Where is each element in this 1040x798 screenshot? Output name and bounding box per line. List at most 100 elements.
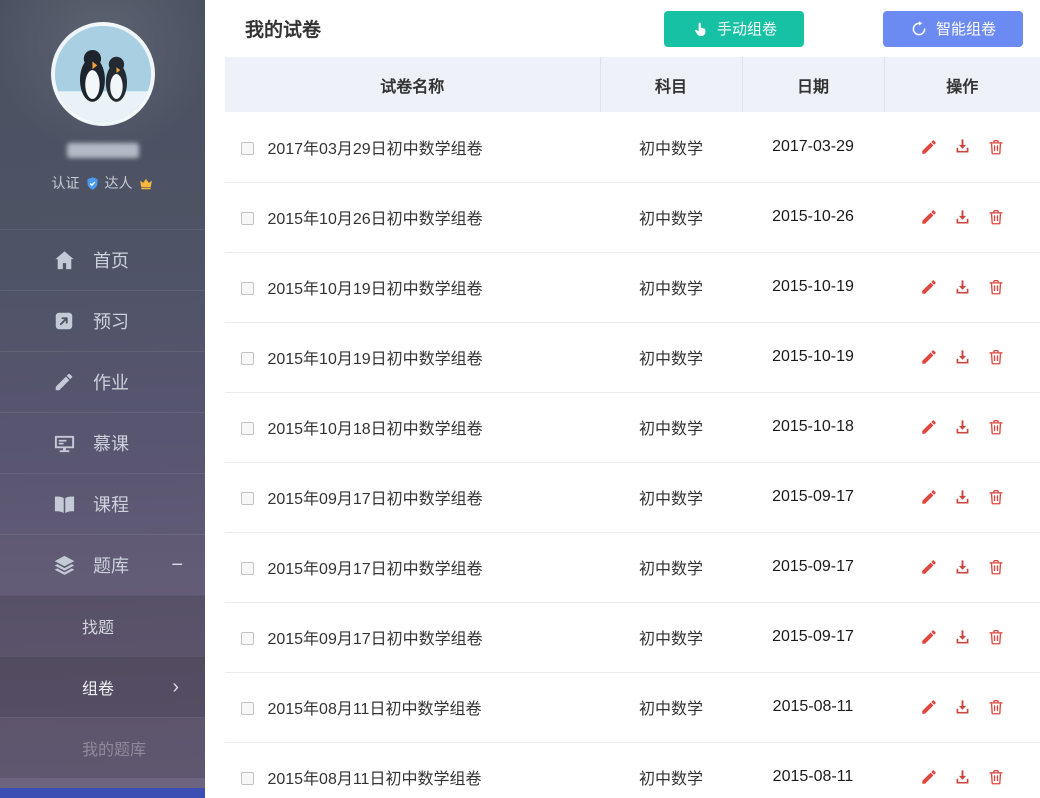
book-icon xyxy=(52,493,76,516)
row-checkbox[interactable] xyxy=(241,352,254,365)
sidebar-item-question-bank[interactable]: 题库 − xyxy=(0,534,205,595)
download-icon[interactable] xyxy=(953,628,972,647)
sidebar-item-homework[interactable]: 作业 xyxy=(0,351,205,412)
sidebar-item-compose-paper[interactable]: 组卷 › xyxy=(0,656,205,717)
exam-table-wrap: 试卷名称 科目 日期 操作 2017年03月29日初中数学组卷 初中数学 201… xyxy=(225,57,1040,798)
exam-date: 2015-08-11 xyxy=(742,672,884,742)
edit-icon[interactable] xyxy=(920,488,938,506)
edit-icon[interactable] xyxy=(920,698,938,716)
row-checkbox[interactable] xyxy=(241,632,254,645)
table-row: 2015年10月19日初中数学组卷 初中数学 2015-10-19 xyxy=(225,322,1040,392)
exam-date: 2015-10-26 xyxy=(742,182,884,252)
row-checkbox[interactable] xyxy=(241,772,254,785)
table-row: 2015年09月17日初中数学组卷 初中数学 2015-09-17 xyxy=(225,532,1040,602)
sidebar-item-preview[interactable]: 预习 xyxy=(0,290,205,351)
column-header-date: 日期 xyxy=(742,57,884,112)
submenu-label-my-question-bank: 我的题库 xyxy=(82,736,146,760)
row-checkbox[interactable] xyxy=(241,142,254,155)
profile-badges: 认证 达人 xyxy=(0,173,205,193)
exam-name: 2015年08月11日初中数学组卷 xyxy=(267,701,481,718)
edit-icon[interactable] xyxy=(920,768,938,786)
exam-subject: 初中数学 xyxy=(600,392,742,462)
exam-name: 2015年08月11日初中数学组卷 xyxy=(267,771,481,788)
row-checkbox[interactable] xyxy=(241,702,254,715)
sidebar-footer-strip[interactable] xyxy=(0,788,205,798)
exam-subject: 初中数学 xyxy=(600,182,742,252)
row-actions xyxy=(885,698,1039,717)
exam-name: 2017年03月29日初中数学组卷 xyxy=(267,141,482,158)
row-checkbox[interactable] xyxy=(241,562,254,575)
sidebar-item-mooc[interactable]: 慕课 xyxy=(0,412,205,473)
edit-icon[interactable] xyxy=(920,418,938,436)
edit-icon[interactable] xyxy=(920,558,938,576)
download-icon[interactable] xyxy=(953,208,972,227)
delete-icon[interactable] xyxy=(987,558,1005,576)
exam-subject: 初中数学 xyxy=(600,322,742,392)
sidebar-item-my-question-bank[interactable]: 我的题库 xyxy=(0,717,205,778)
manual-compose-button[interactable]: 手动组卷 xyxy=(664,11,804,47)
delete-icon[interactable] xyxy=(987,628,1005,646)
row-checkbox[interactable] xyxy=(241,492,254,505)
delete-icon[interactable] xyxy=(987,488,1005,506)
exam-subject: 初中数学 xyxy=(600,672,742,742)
sidebar-item-home[interactable]: 首页 xyxy=(0,229,205,290)
menu-label-homework: 作业 xyxy=(93,369,129,395)
avatar[interactable] xyxy=(51,22,155,126)
preview-icon xyxy=(52,310,76,332)
auto-cycle-icon xyxy=(910,20,928,38)
expert-label: 达人 xyxy=(105,173,133,193)
exam-name: 2015年10月26日初中数学组卷 xyxy=(267,211,482,228)
delete-icon[interactable] xyxy=(987,138,1005,156)
edit-icon[interactable] xyxy=(920,278,938,296)
exam-subject: 初中数学 xyxy=(600,742,742,798)
download-icon[interactable] xyxy=(953,698,972,717)
exam-subject: 初中数学 xyxy=(600,462,742,532)
collapse-minus-icon[interactable]: − xyxy=(171,554,183,577)
edit-icon[interactable] xyxy=(920,138,938,156)
submenu-label-find-questions: 找题 xyxy=(82,614,114,638)
delete-icon[interactable] xyxy=(987,418,1005,436)
exam-name: 2015年09月17日初中数学组卷 xyxy=(267,491,482,508)
exam-date: 2015-08-11 xyxy=(742,742,884,798)
menu-label-mooc: 慕课 xyxy=(93,430,129,456)
delete-icon[interactable] xyxy=(987,768,1005,786)
exam-date: 2015-09-17 xyxy=(742,532,884,602)
download-icon[interactable] xyxy=(953,418,972,437)
download-icon[interactable] xyxy=(953,488,972,507)
delete-icon[interactable] xyxy=(987,208,1005,226)
exam-date: 2017-03-29 xyxy=(742,112,884,182)
download-icon[interactable] xyxy=(953,278,972,297)
menu-label-home: 首页 xyxy=(93,247,129,273)
menu-label-preview: 预习 xyxy=(93,308,129,334)
delete-icon[interactable] xyxy=(987,698,1005,716)
exam-table-header: 试卷名称 科目 日期 操作 xyxy=(225,57,1040,112)
hand-pointer-icon xyxy=(691,20,709,38)
row-checkbox[interactable] xyxy=(241,422,254,435)
pencil-icon xyxy=(52,371,76,393)
delete-icon[interactable] xyxy=(987,278,1005,296)
row-checkbox[interactable] xyxy=(241,282,254,295)
sidebar-item-courses[interactable]: 课程 xyxy=(0,473,205,534)
table-row: 2015年10月26日初中数学组卷 初中数学 2015-10-26 xyxy=(225,182,1040,252)
menu-label-question-bank: 题库 xyxy=(93,552,129,578)
row-actions xyxy=(885,558,1039,577)
download-icon[interactable] xyxy=(953,137,972,156)
row-checkbox[interactable] xyxy=(241,212,254,225)
download-icon[interactable] xyxy=(953,558,972,577)
menu-label-courses: 课程 xyxy=(93,491,129,517)
edit-icon[interactable] xyxy=(920,208,938,226)
sidebar-item-find-questions[interactable]: 找题 xyxy=(0,595,205,656)
exam-date: 2015-09-17 xyxy=(742,602,884,672)
smart-compose-button[interactable]: 智能组卷 xyxy=(883,11,1023,47)
exam-date: 2015-10-19 xyxy=(742,322,884,392)
delete-icon[interactable] xyxy=(987,348,1005,366)
download-icon[interactable] xyxy=(953,768,972,787)
column-header-actions: 操作 xyxy=(884,57,1040,112)
download-icon[interactable] xyxy=(953,348,972,367)
table-row: 2015年09月17日初中数学组卷 初中数学 2015-09-17 xyxy=(225,462,1040,532)
edit-icon[interactable] xyxy=(920,348,938,366)
sidebar: 认证 达人 首页 预习 xyxy=(0,0,205,798)
exam-name: 2015年09月17日初中数学组卷 xyxy=(267,561,482,578)
row-actions xyxy=(885,208,1039,227)
edit-icon[interactable] xyxy=(920,628,938,646)
